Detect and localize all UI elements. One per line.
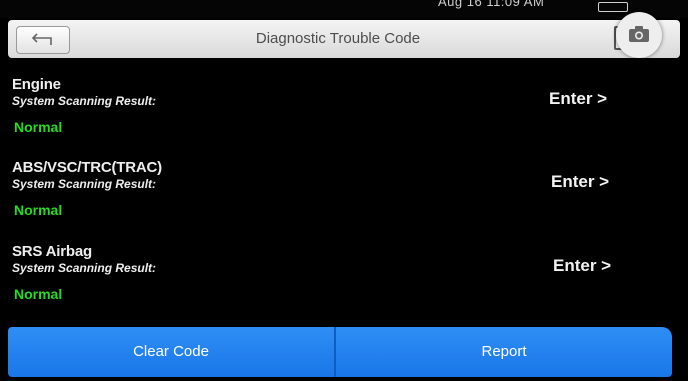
system-row-engine: Engine System Scanning Result: Normal En… (0, 76, 688, 158)
battery-icon (598, 2, 628, 12)
scan-result-label: System Scanning Result: (12, 261, 157, 275)
enter-button[interactable]: Enter > (553, 256, 611, 276)
scan-result-label: System Scanning Result: (12, 177, 157, 191)
header-bar: Diagnostic Trouble Code (8, 20, 680, 58)
system-name: ABS/VSC/TRC(TRAC) (12, 159, 162, 176)
system-name: Engine (12, 76, 61, 93)
camera-icon (629, 26, 649, 42)
camera-button[interactable] (616, 12, 662, 58)
clear-code-button[interactable]: Clear Code (8, 327, 334, 377)
scan-status: Normal (14, 286, 63, 302)
page-title: Diagnostic Trouble Code (255, 30, 421, 47)
system-row-abs: ABS/VSC/TRC(TRAC) System Scanning Result… (0, 159, 688, 241)
scan-status: Normal (14, 119, 63, 135)
report-button[interactable]: Report (336, 327, 672, 377)
system-row-srs: SRS Airbag System Scanning Result: Norma… (0, 243, 688, 325)
screen: Aug 16 11:09 AM Diagnostic Trouble Code … (0, 0, 688, 381)
scan-result-label: System Scanning Result: (12, 94, 157, 108)
bottom-action-bar: Clear Code Report (8, 327, 672, 377)
status-bar: Aug 16 11:09 AM (0, 0, 688, 18)
enter-button[interactable]: Enter > (549, 89, 607, 109)
status-time: Aug 16 11:09 AM (438, 0, 545, 9)
system-name: SRS Airbag (12, 243, 92, 260)
scan-status: Normal (14, 202, 63, 218)
enter-button[interactable]: Enter > (551, 172, 609, 192)
